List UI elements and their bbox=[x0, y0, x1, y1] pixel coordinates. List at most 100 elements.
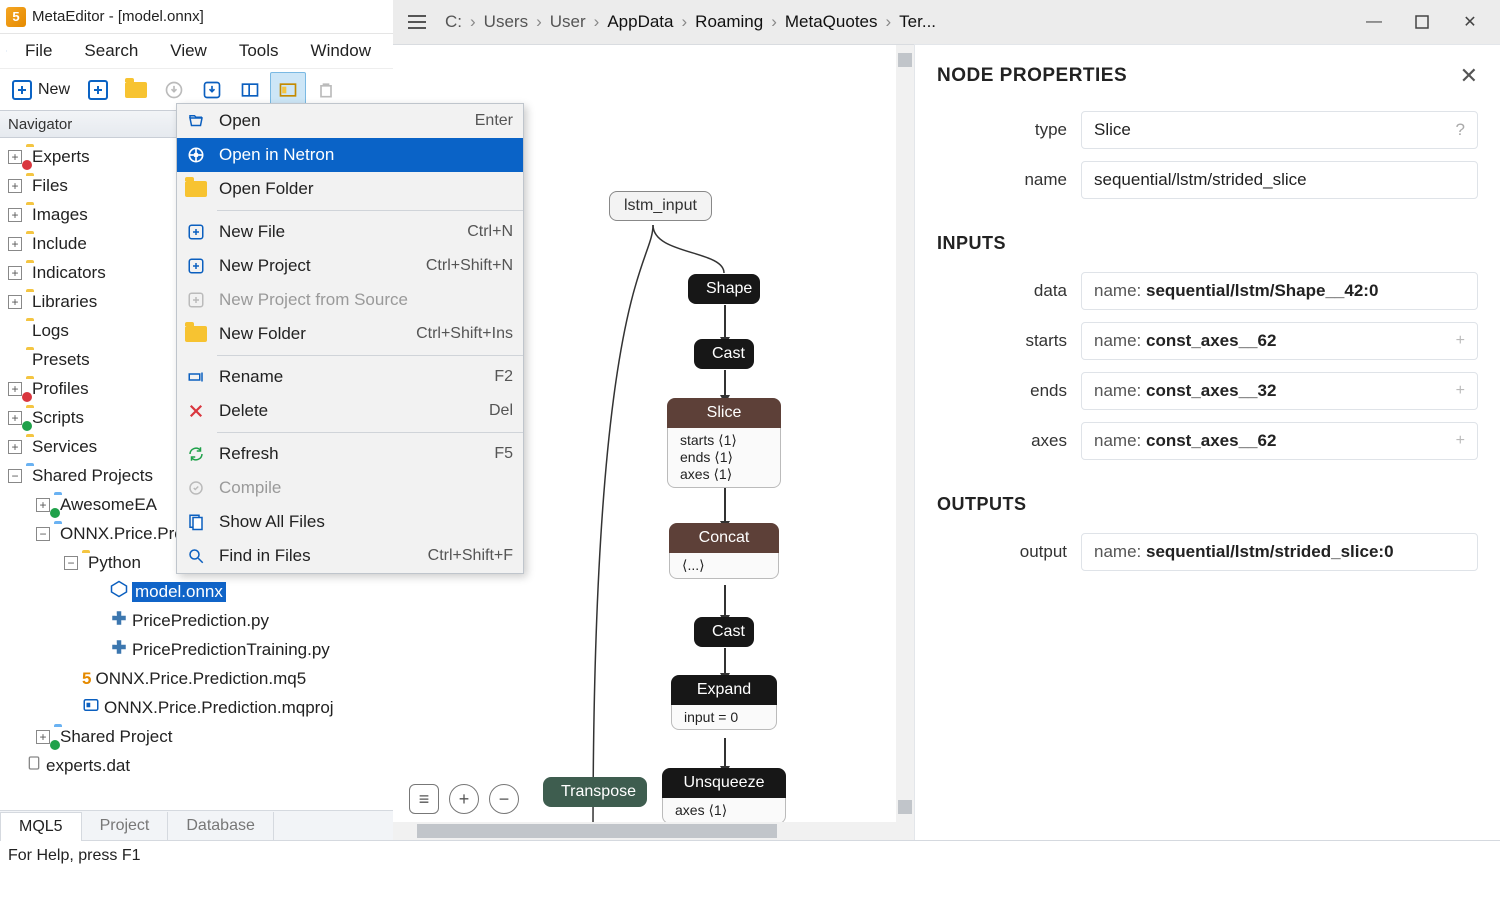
breadcrumb-segment[interactable]: Ter... bbox=[895, 12, 940, 32]
prop-value[interactable]: name: sequential/lstm/strided_slice:0 bbox=[1081, 533, 1478, 571]
expand-toggle[interactable]: − bbox=[36, 527, 50, 541]
breadcrumb-segment[interactable]: AppData bbox=[603, 12, 677, 32]
menu-item-open-in-netron[interactable]: Open in Netron bbox=[177, 138, 523, 172]
expand-toggle[interactable]: − bbox=[64, 556, 78, 570]
help-icon[interactable]: ? bbox=[1456, 120, 1465, 140]
tree-item[interactable]: experts.dat bbox=[0, 751, 393, 780]
compile-icon bbox=[185, 477, 207, 499]
graph-node-expand[interactable]: Expandinput = 0 bbox=[671, 675, 777, 730]
menu-item-open[interactable]: OpenEnter bbox=[177, 104, 523, 138]
prop-value[interactable]: name: const_axes__32+ bbox=[1081, 372, 1478, 410]
tree-label: PricePrediction.py bbox=[132, 611, 269, 631]
expand-toggle[interactable]: + bbox=[8, 179, 22, 193]
folder-blue-icon bbox=[54, 524, 56, 544]
tree-label: ONNX.Price.Prediction.mqproj bbox=[104, 698, 334, 718]
prop-value[interactable]: name: sequential/lstm/Shape__42:0 bbox=[1081, 272, 1478, 310]
graph-node-unsqueeze[interactable]: Unsqueezeaxes ⟨1⟩ bbox=[662, 768, 786, 824]
list-button[interactable]: ≡ bbox=[409, 784, 439, 814]
menu-tools[interactable]: Tools bbox=[223, 37, 295, 65]
graph-node-slice[interactable]: Slicestarts ⟨1⟩ends ⟨1⟩axes ⟨1⟩ bbox=[667, 398, 781, 488]
prop-type-value[interactable]: Slice ? bbox=[1081, 111, 1478, 149]
expand-icon[interactable]: + bbox=[1456, 382, 1465, 400]
prop-value[interactable]: name: const_axes__62+ bbox=[1081, 422, 1478, 460]
menu-label: Refresh bbox=[219, 444, 482, 464]
maximize-button[interactable] bbox=[1398, 4, 1446, 40]
tab-mql5[interactable]: MQL5 bbox=[0, 812, 82, 841]
expand-toggle[interactable]: + bbox=[8, 382, 22, 396]
menu-item-new-folder[interactable]: New FolderCtrl+Shift+Ins bbox=[177, 317, 523, 351]
tree-label: Experts bbox=[32, 147, 90, 167]
properties-close-button[interactable]: ✕ bbox=[1460, 63, 1478, 89]
tab-project[interactable]: Project bbox=[82, 812, 169, 840]
title-bar: 5 MetaEditor - [model.onnx] bbox=[0, 0, 393, 34]
menu-item-find-in-files[interactable]: Find in FilesCtrl+Shift+F bbox=[177, 539, 523, 573]
prop-value[interactable]: name: const_axes__62+ bbox=[1081, 322, 1478, 360]
tree-label: Libraries bbox=[32, 292, 97, 312]
menu-item-open-folder[interactable]: Open Folder bbox=[177, 172, 523, 206]
breadcrumb-segment[interactable]: User bbox=[546, 12, 590, 32]
close-button[interactable]: ✕ bbox=[1446, 4, 1494, 40]
breadcrumb-segment[interactable]: Users bbox=[480, 12, 532, 32]
zoom-in-button[interactable]: + bbox=[449, 784, 479, 814]
chevron-right-icon: › bbox=[771, 12, 777, 32]
prop-row-data: dataname: sequential/lstm/Shape__42:0 bbox=[937, 272, 1478, 310]
breadcrumb[interactable]: C:›Users›User›AppData›Roaming›MetaQuotes… bbox=[441, 12, 1344, 32]
expand-toggle[interactable]: − bbox=[8, 469, 22, 483]
minimize-button[interactable]: — bbox=[1350, 4, 1398, 40]
scrollbar-vertical[interactable] bbox=[896, 45, 914, 822]
folder-blue-icon bbox=[54, 727, 56, 747]
expand-toggle[interactable]: + bbox=[36, 730, 50, 744]
zoom-out-button[interactable]: − bbox=[489, 784, 519, 814]
menu-item-delete[interactable]: DeleteDel bbox=[177, 394, 523, 428]
tree-label: Indicators bbox=[32, 263, 106, 283]
breadcrumb-segment[interactable]: Roaming bbox=[691, 12, 767, 32]
expand-toggle[interactable]: + bbox=[8, 411, 22, 425]
breadcrumb-segment[interactable]: C: bbox=[441, 12, 466, 32]
graph-node-concat[interactable]: Concat⟨...⟩ bbox=[669, 523, 779, 579]
menu-search[interactable]: Search bbox=[68, 37, 154, 65]
menu-file[interactable]: File bbox=[9, 37, 68, 65]
expand-toggle[interactable]: + bbox=[8, 237, 22, 251]
menu-window[interactable]: Window bbox=[295, 37, 387, 65]
menu-item-rename[interactable]: RenameF2 bbox=[177, 360, 523, 394]
menu-view[interactable]: View bbox=[154, 37, 223, 65]
newproj-icon bbox=[185, 255, 207, 277]
tree-item[interactable]: +Shared Project bbox=[0, 722, 393, 751]
breadcrumb-segment[interactable]: MetaQuotes bbox=[781, 12, 882, 32]
expand-icon[interactable]: + bbox=[1456, 432, 1465, 450]
expand-icon[interactable]: + bbox=[1456, 332, 1465, 350]
scrollbar-horizontal[interactable] bbox=[393, 822, 914, 840]
graph-node-shape[interactable]: Shape bbox=[688, 274, 760, 304]
expand-toggle[interactable]: + bbox=[8, 295, 22, 309]
graph-node-cast[interactable]: Cast bbox=[694, 339, 754, 369]
prop-name-value[interactable]: sequential/lstm/strided_slice bbox=[1081, 161, 1478, 199]
prop-row-axes: axesname: const_axes__62+ bbox=[937, 422, 1478, 460]
expand-toggle[interactable]: + bbox=[8, 266, 22, 280]
expand-toggle[interactable]: + bbox=[8, 208, 22, 222]
menu-item-new-file[interactable]: New FileCtrl+N bbox=[177, 215, 523, 249]
tree-item[interactable]: model.onnx bbox=[0, 577, 393, 606]
expand-toggle[interactable]: + bbox=[8, 150, 22, 164]
open-folder-button[interactable] bbox=[118, 72, 154, 108]
menu-shortcut: Ctrl+N bbox=[467, 223, 513, 241]
menu-item-refresh[interactable]: RefreshF5 bbox=[177, 437, 523, 471]
prop-row-ends: endsname: const_axes__32+ bbox=[937, 372, 1478, 410]
properties-title: NODE PROPERTIES bbox=[937, 65, 1127, 87]
graph-node-transpose[interactable]: Transpose bbox=[543, 777, 647, 807]
tree-item[interactable]: ONNX.Price.Prediction.mqproj bbox=[0, 693, 393, 722]
delete-icon bbox=[185, 400, 207, 422]
expand-toggle[interactable]: + bbox=[8, 440, 22, 454]
expand-toggle[interactable]: + bbox=[36, 498, 50, 512]
tree-item[interactable]: 5ONNX.Price.Prediction.mq5 bbox=[0, 664, 393, 693]
tab-database[interactable]: Database bbox=[168, 812, 274, 840]
tree-item[interactable]: PricePrediction.py bbox=[0, 606, 393, 635]
new-doc-button[interactable] bbox=[80, 72, 116, 108]
new-button[interactable]: New bbox=[4, 72, 78, 108]
menu-item-new-project[interactable]: New ProjectCtrl+Shift+N bbox=[177, 249, 523, 283]
hamburger-button[interactable] bbox=[399, 15, 435, 29]
rename-icon bbox=[185, 366, 207, 388]
tree-item[interactable]: PricePredictionTraining.py bbox=[0, 635, 393, 664]
graph-node-cast[interactable]: Cast bbox=[694, 617, 754, 647]
menu-item-show-all-files[interactable]: Show All Files bbox=[177, 505, 523, 539]
down-circle-icon bbox=[164, 80, 184, 100]
